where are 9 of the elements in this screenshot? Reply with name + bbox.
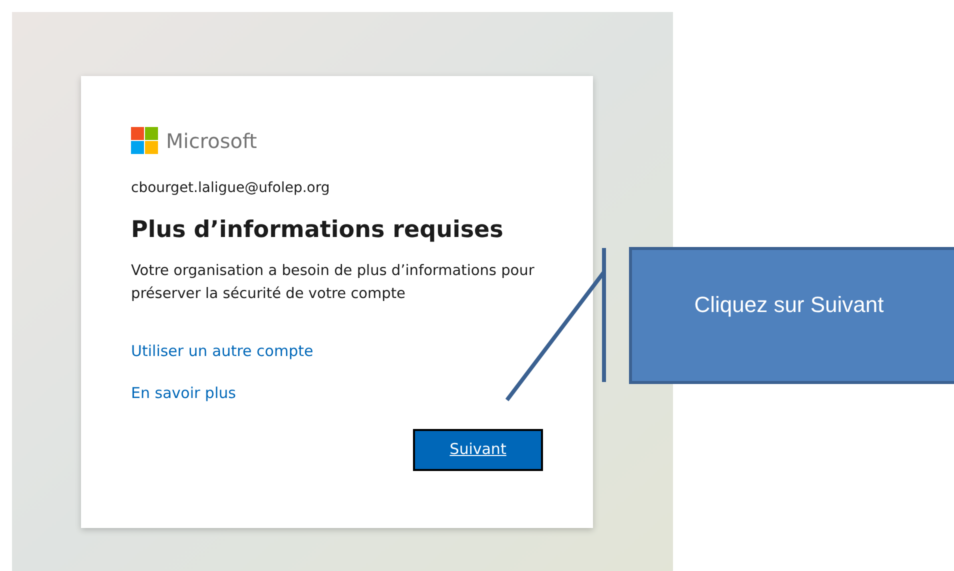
account-email: cbourget.laligue@ufolep.org	[131, 179, 331, 198]
page-heading: Plus d’informations requises	[131, 216, 504, 245]
callout-text: Cliquez sur Suivant	[694, 291, 884, 319]
brand-name: Microsoft	[166, 130, 258, 150]
text-link[interactable]: En savoir plus	[131, 382, 236, 404]
next-button[interactable]: Suivant	[413, 428, 543, 470]
info-message: Votre organisation a besoin de plus d’informations pour préserver la sécurité de votre compte	[131, 262, 536, 304]
text-link[interactable]: Utiliser un autre compte	[131, 340, 314, 362]
logo-icon	[131, 127, 158, 154]
